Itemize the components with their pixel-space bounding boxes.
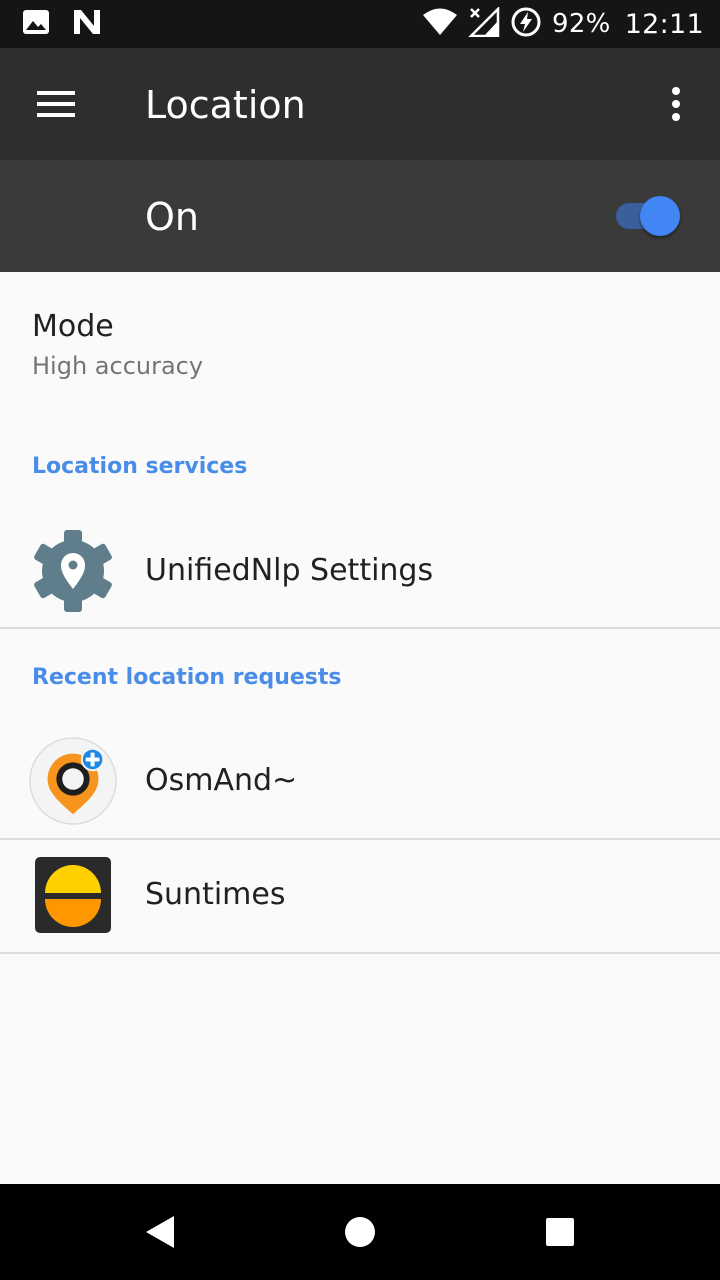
location-services-header: Location services [32,454,248,479]
gear-location-icon [28,526,118,616]
location-toggle[interactable] [614,196,684,236]
app-bar: Location [0,48,720,160]
hamburger-menu-button[interactable] [22,76,90,132]
wifi-icon [422,8,458,40]
list-item-osmand[interactable]: OsmAnd~ [0,726,720,840]
list-item-unifiednlp-settings[interactable]: UnifiedNlp Settings [0,515,720,629]
battery-charging-icon [510,6,542,42]
list-item-suntimes[interactable]: Suntimes [0,840,720,954]
signal-icon [467,5,500,41]
mode-value: High accuracy [32,352,204,380]
osmand-icon [28,736,118,826]
n-notification-icon [72,8,102,40]
status-bar: 92% 12:11 [0,0,720,48]
recents-button[interactable] [530,1202,590,1262]
clock: 12:11 [624,8,704,40]
switch-label: On [145,195,199,239]
list-item-label: UnifiedNlp Settings [145,553,434,588]
back-button[interactable] [130,1202,190,1262]
suntimes-icon [28,850,118,940]
page-title: Location [145,83,306,127]
battery-percent: 92% [551,9,611,39]
list-item-label: OsmAnd~ [145,763,298,798]
mode-title: Mode [32,309,114,344]
toggle-thumb [640,196,680,236]
system-nav-bar [0,1184,720,1280]
overflow-menu-button[interactable] [652,76,700,132]
list-item-label: Suntimes [145,877,286,912]
recents-icon [546,1218,574,1246]
recent-location-requests-header: Recent location requests [32,665,342,690]
home-icon [345,1217,375,1247]
hamburger-menu-icon [37,91,75,117]
location-master-switch-bar[interactable]: On [0,160,720,272]
image-icon [22,9,50,39]
home-button[interactable] [330,1202,390,1262]
more-vert-icon [672,87,680,121]
back-icon [146,1216,174,1248]
mode-setting[interactable]: Mode High accuracy [0,272,720,402]
